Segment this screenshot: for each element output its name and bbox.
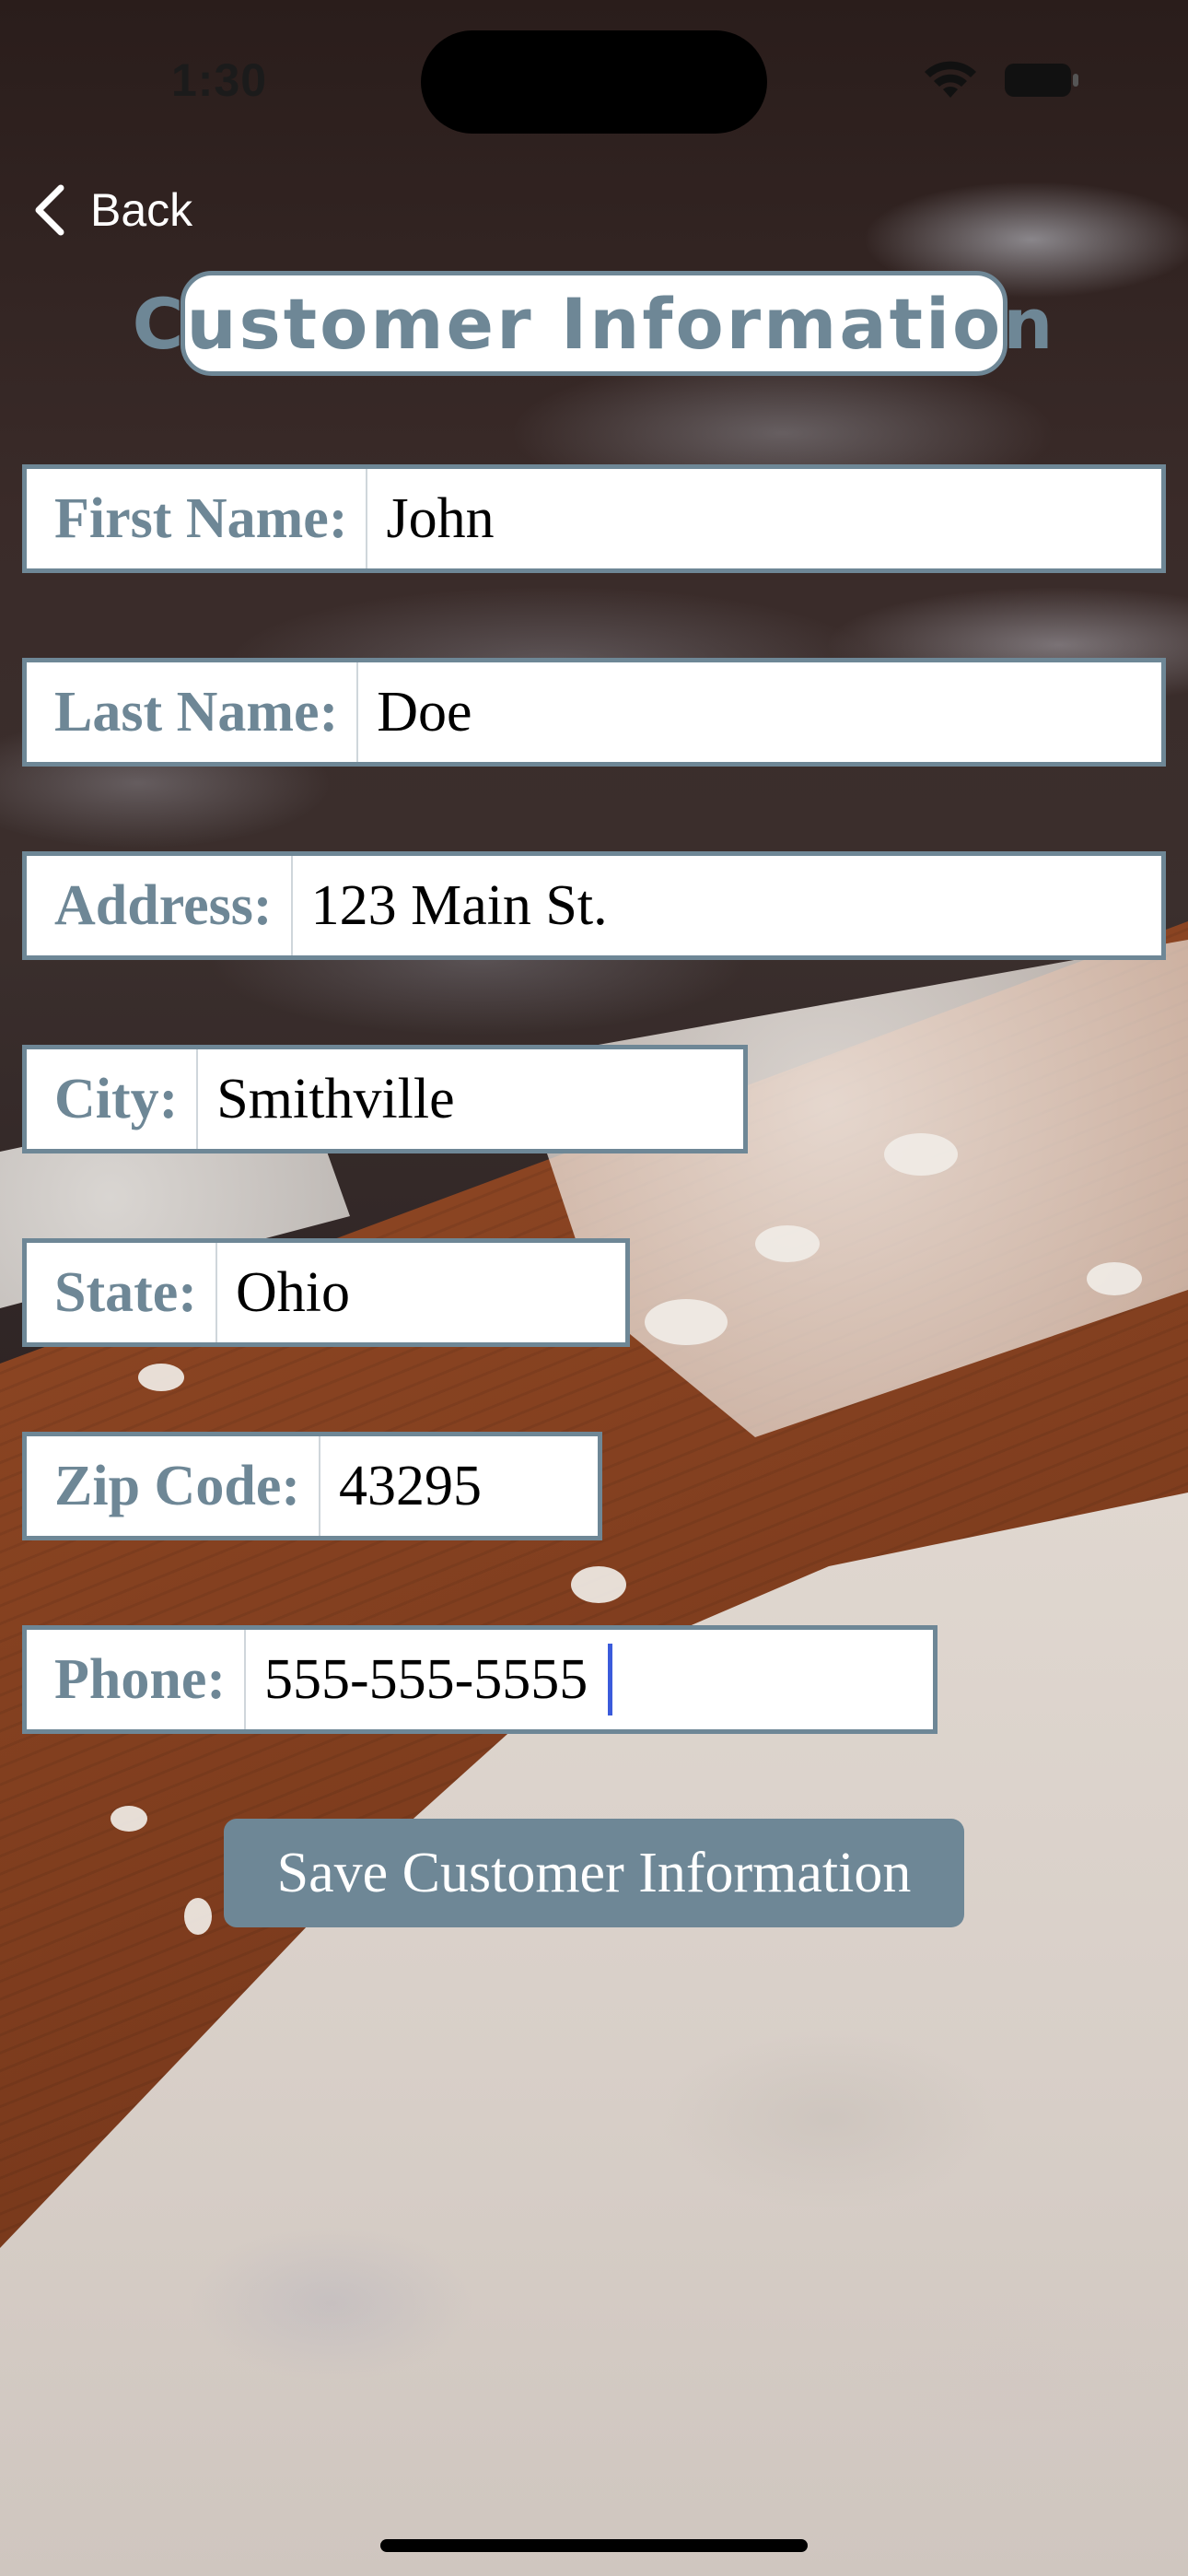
last-name-field: Last Name: xyxy=(22,658,1166,767)
phone-field: Phone: xyxy=(22,1625,938,1734)
flour-speck xyxy=(755,1225,820,1262)
city-label: City: xyxy=(27,1049,199,1149)
last-name-input[interactable] xyxy=(358,662,1161,762)
page-title-badge: Customer Information xyxy=(133,271,1053,376)
battery-icon xyxy=(1005,64,1078,97)
flour-speck xyxy=(571,1566,626,1603)
page-title: Customer Information xyxy=(132,282,1056,365)
zip-code-field: Zip Code: xyxy=(22,1432,602,1540)
first-name-input[interactable] xyxy=(367,469,1161,568)
flour-speck xyxy=(184,1898,212,1935)
chevron-left-icon xyxy=(35,184,64,236)
phone-input[interactable] xyxy=(246,1630,933,1729)
address-field: Address: xyxy=(22,851,1166,960)
text-cursor xyxy=(608,1644,612,1715)
last-name-label: Last Name: xyxy=(27,662,359,762)
save-customer-button[interactable]: Save Customer Information xyxy=(224,1819,964,1927)
state-label: State: xyxy=(27,1243,217,1342)
dynamic-island xyxy=(421,30,767,134)
back-button[interactable]: Back xyxy=(31,181,192,240)
app-screen: 1:30 Back Customer Information First Nam… xyxy=(0,0,1188,2576)
flour-speck xyxy=(111,1806,147,1832)
back-label: Back xyxy=(90,184,193,236)
flour-speck xyxy=(138,1364,184,1391)
state-field: State: xyxy=(22,1238,630,1347)
address-input[interactable] xyxy=(292,856,1161,955)
city-field: City: xyxy=(22,1045,748,1153)
phone-label: Phone: xyxy=(27,1630,246,1729)
home-indicator[interactable] xyxy=(380,2539,808,2552)
zip-code-input[interactable] xyxy=(320,1436,598,1536)
flour-speck xyxy=(645,1299,728,1345)
flour-speck xyxy=(884,1133,958,1176)
zip-code-label: Zip Code: xyxy=(27,1436,320,1536)
first-name-label: First Name: xyxy=(27,469,368,568)
address-label: Address: xyxy=(27,856,293,955)
wifi-icon xyxy=(925,61,976,98)
first-name-field: First Name: xyxy=(22,464,1166,573)
state-input[interactable] xyxy=(216,1243,625,1342)
city-input[interactable] xyxy=(198,1049,743,1149)
status-time: 1:30 xyxy=(171,54,268,106)
flour-speck xyxy=(1087,1262,1142,1295)
